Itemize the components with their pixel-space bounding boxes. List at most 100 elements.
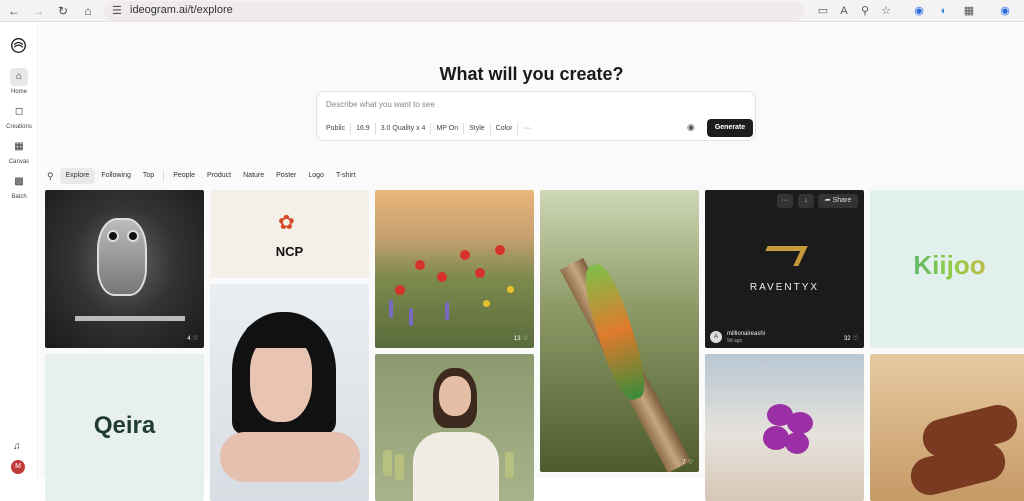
url-text[interactable]: ideogram.ai/t/explore xyxy=(130,4,233,16)
gallery-tile-orchid[interactable] xyxy=(705,354,864,501)
owl-perch xyxy=(75,316,185,321)
site-info-icon[interactable]: ☰ xyxy=(112,4,122,17)
grasshopper-shape xyxy=(577,260,653,404)
gallery-tile-owl[interactable]: 4 ♡ xyxy=(45,190,204,348)
sidebar-item-label: Batch xyxy=(11,194,27,200)
download-icon[interactable]: ↓ xyxy=(798,194,814,208)
lavender-stem xyxy=(409,308,413,326)
ideogram-logo-icon[interactable] xyxy=(10,37,27,54)
like-count: 4 ♡ xyxy=(187,335,198,342)
tab-product[interactable]: Product xyxy=(201,168,237,184)
user-avatar[interactable]: A xyxy=(710,331,722,343)
zoom-icon[interactable]: ⚲ xyxy=(857,3,873,19)
divider xyxy=(163,170,165,182)
star-icon[interactable]: ☆ xyxy=(878,3,894,19)
lavender-stem xyxy=(389,300,393,318)
yellow-flower xyxy=(507,286,514,293)
address-bar[interactable]: ☰ ideogram.ai/t/explore xyxy=(104,1,804,21)
owl-eye xyxy=(127,230,139,242)
tab-top[interactable]: Top xyxy=(137,168,160,184)
tab-explore[interactable]: Explore xyxy=(59,168,96,184)
tab-people[interactable]: People xyxy=(167,168,201,184)
prompt-options: Public 16:9 3.0 Quality x 4 MP On Style … xyxy=(326,123,535,135)
gallery-tile-kijoo[interactable]: Kiijoo xyxy=(870,190,1024,348)
prompt-input[interactable]: Describe what you want to see xyxy=(326,100,435,109)
hand-shape xyxy=(220,432,360,482)
gallery-tile-woman-portrait[interactable] xyxy=(210,284,369,501)
poppy-flower xyxy=(475,268,485,278)
sidebar-item-creations[interactable]: ◻ Creations xyxy=(0,103,38,130)
model-quality-option[interactable]: 3.0 Quality x 4 xyxy=(376,123,432,135)
camera-icon[interactable]: ◉ xyxy=(687,122,695,133)
gallery-tile-qeira[interactable]: Qeira xyxy=(45,354,204,501)
aspect-ratio-option[interactable]: 16:9 xyxy=(351,123,376,135)
heart-icon[interactable]: ♡ xyxy=(853,336,858,342)
like-count-value: 7 xyxy=(682,460,686,466)
page-title: What will you create? xyxy=(439,64,624,84)
share-button[interactable]: ➦ Share xyxy=(818,194,858,208)
like-count: 7 ♡ xyxy=(682,459,693,466)
like-count-value: 13 xyxy=(513,336,521,342)
gallery-tile-ncp[interactable]: ✿ NCP xyxy=(210,190,369,278)
username[interactable]: millionaireashi xyxy=(727,331,765,337)
reload-icon[interactable]: ↻ xyxy=(55,3,71,19)
extensions-puzzle-icon[interactable]: ▦ xyxy=(961,3,977,19)
install-app-icon[interactable]: ▭ xyxy=(815,3,831,19)
translate-icon[interactable]: A xyxy=(836,3,852,19)
like-count: 32 ♡ xyxy=(844,335,858,342)
tab-logo[interactable]: Logo xyxy=(302,168,330,184)
visibility-option[interactable]: Public xyxy=(326,123,352,135)
sidebar-item-label: Creations xyxy=(6,124,32,130)
search-icon[interactable]: ⚲ xyxy=(47,171,54,182)
raventyx-logo-text: RAVENTYX xyxy=(749,282,820,293)
heart-icon[interactable]: ♡ xyxy=(523,336,528,342)
sidebar-item-home[interactable]: ⌂ Home xyxy=(0,68,38,95)
heart-icon[interactable]: ♡ xyxy=(688,460,693,466)
bell-icon[interactable]: ♫ xyxy=(13,441,21,452)
heart-icon[interactable]: ♡ xyxy=(193,336,198,342)
gallery-tile-poppies[interactable]: 13 ♡ xyxy=(375,190,534,348)
extension-blue-icon[interactable]: ◉ xyxy=(911,3,927,19)
gallery-tile-sandals[interactable] xyxy=(870,354,1024,501)
back-arrow-icon[interactable]: ← xyxy=(6,3,22,19)
more-options-button[interactable]: ··· xyxy=(777,194,793,208)
tab-poster[interactable]: Poster xyxy=(270,168,302,184)
ncp-logo-text: NCP xyxy=(275,244,304,259)
bottle-shape xyxy=(383,450,392,476)
home-icon: ⌂ xyxy=(10,68,28,86)
gallery-tile-grasshopper[interactable]: 7 ♡ xyxy=(540,190,699,472)
owl-eye xyxy=(107,230,119,242)
forward-arrow-icon[interactable]: → xyxy=(30,3,46,19)
batch-icon: ▩ xyxy=(14,176,24,187)
tab-tshirt[interactable]: T-shirt xyxy=(330,168,361,184)
creations-icon: ◻ xyxy=(14,106,24,117)
poppy-flower xyxy=(415,260,425,270)
canvas-icon: ▦ xyxy=(14,141,24,152)
kijoo-logo-text: Kiijoo xyxy=(870,250,1024,281)
extension-globe-icon[interactable]: ◐ xyxy=(936,3,952,19)
tab-following[interactable]: Following xyxy=(95,168,137,184)
tab-nature[interactable]: Nature xyxy=(237,168,270,184)
filter-bar: ⚲ Explore Following Top People Product N… xyxy=(47,168,361,184)
lavender-stem xyxy=(445,302,449,320)
like-count-value: 32 xyxy=(843,336,851,342)
style-option[interactable]: Style xyxy=(464,123,491,135)
magic-prompt-option[interactable]: MP On xyxy=(431,123,465,135)
main-content: What will you create? Describe what you … xyxy=(39,23,1024,501)
poppy-flower xyxy=(437,272,447,282)
yellow-flower xyxy=(483,300,490,307)
sidebar-item-label: Canvas xyxy=(8,159,30,165)
bottle-shape xyxy=(505,452,514,478)
sidebar-item-batch[interactable]: ▩ Batch xyxy=(0,173,38,200)
color-option[interactable]: Color xyxy=(491,123,519,135)
sidebar-item-canvas[interactable]: ▦ Canvas xyxy=(0,138,38,165)
gallery-tile-raventyx[interactable]: ··· ↓ ➦ Share RAVENTYX A millionaireashi… xyxy=(705,190,864,348)
prompt-box[interactable]: Describe what you want to see Public 16:… xyxy=(316,91,756,141)
more-options-button[interactable]: ··· xyxy=(518,123,535,135)
avatar[interactable]: M xyxy=(11,460,25,474)
profile-icon[interactable]: ◉ xyxy=(997,3,1013,19)
home-icon[interactable]: ⌂ xyxy=(80,3,96,19)
gallery-tile-skincare[interactable] xyxy=(375,354,534,501)
qeira-logo-text: Qeira xyxy=(93,412,156,439)
generate-button[interactable]: Generate xyxy=(707,119,753,137)
